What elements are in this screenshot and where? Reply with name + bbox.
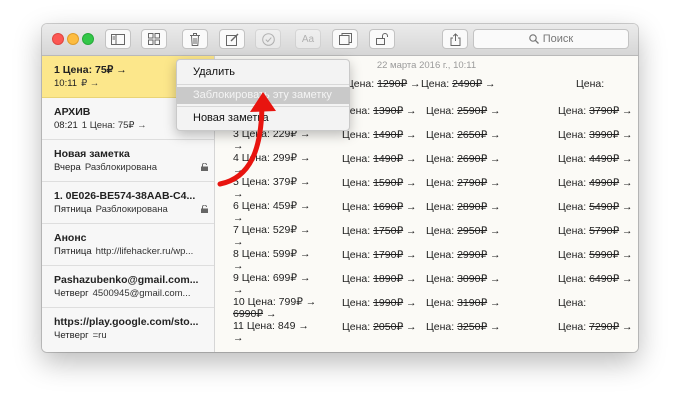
annotation-arrow-head: [250, 92, 276, 112]
annotation-arrow: [217, 92, 276, 187]
annotation-arrow-line: [217, 99, 265, 187]
